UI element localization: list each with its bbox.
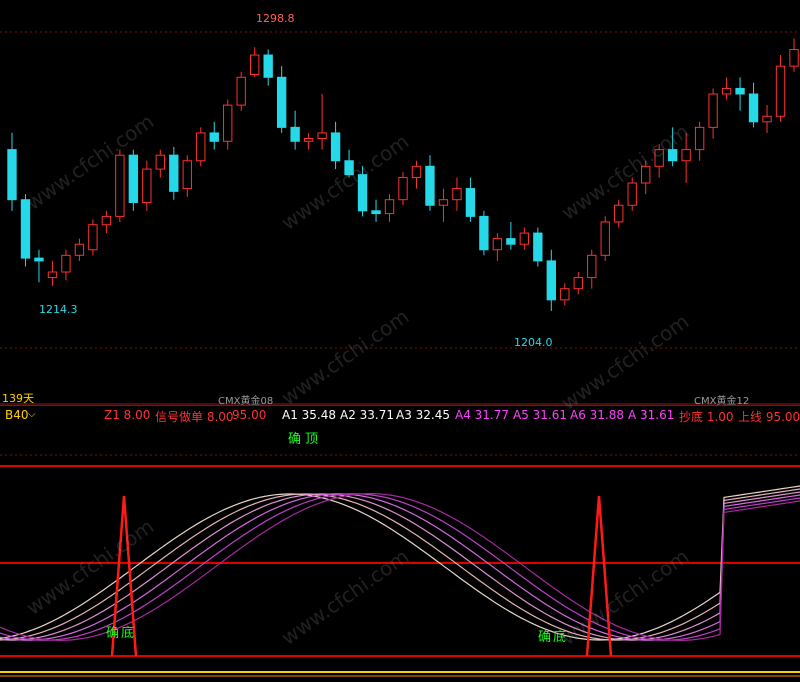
low-price-label-right: 1204.0	[514, 336, 553, 349]
candle-body	[7, 149, 17, 201]
indicator-param: 信号做单 8.00	[155, 410, 234, 424]
candle-body	[519, 232, 530, 245]
indicator-param: A 31.61	[628, 408, 675, 422]
indicator-name[interactable]: B40	[5, 408, 29, 422]
candle-body	[330, 132, 341, 162]
signal-top-label: 确顶	[288, 432, 323, 447]
candle-body	[775, 65, 786, 117]
candle-body	[276, 76, 287, 128]
candle-body	[479, 215, 489, 251]
candle-body	[115, 154, 125, 217]
candle-body	[411, 165, 422, 178]
candle-body	[694, 126, 705, 151]
chart-screen: 1298.8 1214.3 1204.0 139天 CMX黄金08 CMX黄金1…	[0, 0, 800, 682]
candle-body	[101, 215, 112, 226]
indicator-param: Z1 8.00	[104, 408, 151, 422]
low-price-label-left: 1214.3	[39, 303, 78, 316]
candle-body	[614, 204, 624, 223]
candle-body	[748, 93, 759, 123]
indicator-param: 抄底 1.00	[679, 410, 734, 424]
indicator-param: A3 32.45	[396, 408, 451, 422]
signal-bottom-label-left: 确底	[106, 626, 137, 641]
candle-body	[384, 199, 395, 215]
candle-body	[20, 199, 31, 259]
candle-body	[627, 182, 637, 206]
candle-body	[196, 132, 206, 162]
candle-body	[762, 115, 772, 123]
candle-body	[708, 93, 718, 128]
indicator-param: A2 33.71	[340, 408, 395, 422]
candle-body	[209, 132, 219, 142]
candle-body	[452, 188, 462, 201]
candle-body	[128, 154, 139, 203]
candle-body	[34, 257, 44, 262]
chevron-down-icon[interactable]: ⌵	[28, 409, 36, 420]
candle-body	[317, 132, 327, 139]
candle-body	[506, 238, 516, 245]
candle-body	[236, 76, 246, 106]
high-price-label: 1298.8	[256, 12, 295, 25]
candle-body	[61, 254, 71, 273]
candle-body	[546, 260, 556, 301]
indicator-param: A5 31.61	[513, 408, 568, 422]
candles	[7, 38, 799, 311]
candle-body	[223, 104, 233, 142]
indicator-param: A4 31.77	[455, 408, 510, 422]
indicator-param: 上线 95.00	[738, 410, 800, 424]
indicator-param: A1 35.48	[282, 408, 337, 422]
price-candlestick-chart[interactable]	[0, 0, 800, 682]
candle-body	[789, 48, 799, 67]
candle-body	[182, 160, 192, 190]
candle-body	[560, 288, 570, 301]
candle-body	[425, 165, 435, 206]
candle-body	[47, 271, 58, 279]
candle-body	[465, 188, 476, 217]
candle-body	[250, 54, 260, 76]
candle-body	[492, 238, 503, 251]
candle-body	[155, 154, 165, 170]
candle-body	[88, 224, 98, 251]
indicator-param: 95.00	[232, 408, 267, 422]
candle-body	[371, 210, 381, 215]
candle-body	[169, 154, 179, 192]
candle-body	[74, 243, 85, 256]
indicator-parameter-bar: B40 ⌵ Z1 8.00 信号做单 8.00 95.00 A1 35.48 A2 33…	[0, 405, 800, 424]
candle-body	[533, 232, 543, 262]
candle-body	[438, 199, 449, 206]
candle-body	[587, 254, 597, 279]
period-label: 139天	[2, 392, 34, 405]
candle-body	[735, 87, 745, 95]
candle-body	[398, 176, 408, 201]
candle-body	[721, 87, 732, 95]
candle-body	[681, 149, 691, 162]
candle-body	[573, 277, 583, 290]
candle-body	[142, 168, 152, 203]
candle-body	[303, 137, 314, 142]
candle-body	[600, 221, 610, 256]
indicator-param: A6 31.88	[570, 408, 625, 422]
candle-body	[263, 54, 273, 78]
candle-body	[290, 126, 300, 142]
